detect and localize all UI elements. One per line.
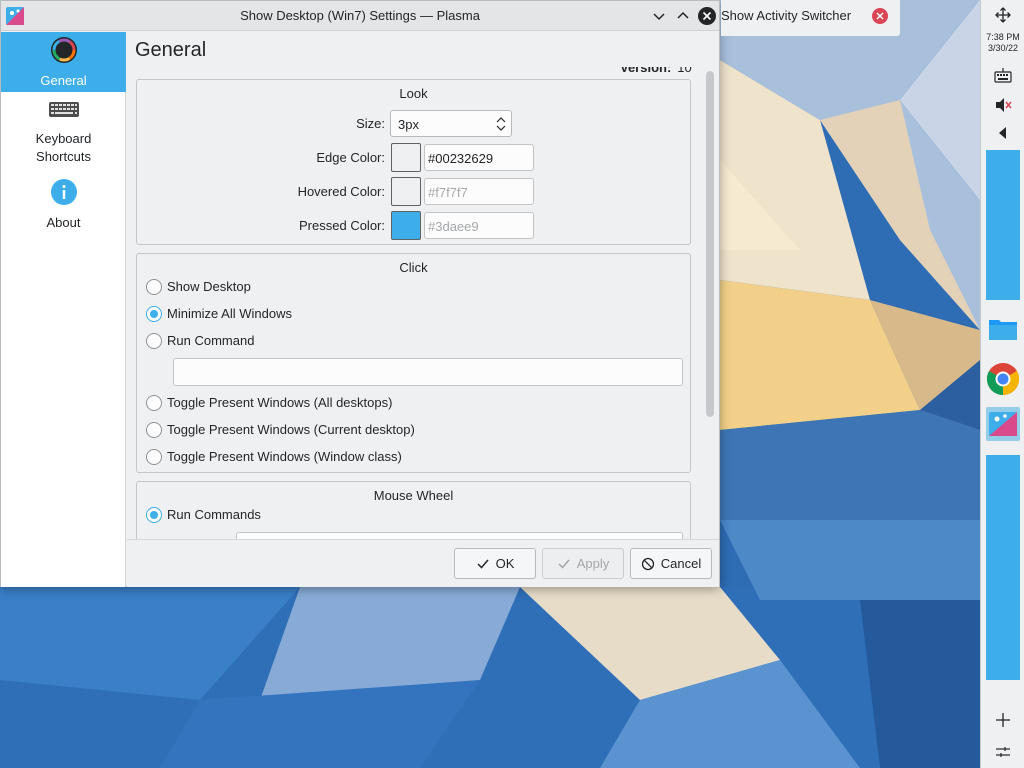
look-group-title: Look [399,86,428,101]
edge-color-label: Edge Color: [316,150,385,165]
mouse-wheel-group: Mouse Wheel Run Commands [136,481,691,539]
sidebar-item-keyboard-shortcuts[interactable]: Keyboard Shortcuts [1,100,126,170]
look-group: Look Size: 3px Edge Color: #00232629 Hov… [136,79,691,245]
ok-label: OK [495,556,515,571]
radio-label: Toggle Present Windows (Current desktop) [167,422,415,437]
window-title: Show Desktop (Win7) Settings — Plasma [240,8,480,23]
sidebar-item-label: Keyboard Shortcuts [35,131,92,164]
clock-time[interactable]: 7:38 PM [981,32,1024,42]
radio-label: Toggle Present Windows (All desktops) [167,395,393,410]
sidebar-item-label: About [46,215,81,230]
cancel-button[interactable]: Cancel [630,548,712,579]
hovered-color-input[interactable]: #f7f7f7 [424,178,534,205]
panel-spacer-bottom [986,455,1020,680]
radio-button[interactable] [146,422,162,438]
pressed-color-input[interactable]: #3daee9 [424,212,534,239]
edge-color-input[interactable]: #00232629 [424,144,534,171]
cancel-label: Cancel [660,556,702,571]
vertical-scrollbar[interactable] [706,71,714,417]
chrome-icon [986,363,1020,396]
radio-button[interactable] [146,449,162,465]
hovered-color-label: Hovered Color: [297,184,385,199]
click-command-input[interactable] [173,358,683,386]
mouse-wheel-command-input[interactable] [236,532,683,539]
radio-button[interactable] [146,279,162,295]
cancel-icon [641,557,654,570]
check-icon [477,559,489,569]
radio-label: Run Command [167,333,255,348]
size-label: Size: [356,116,385,131]
radio-button[interactable] [146,507,162,523]
radio-label: Show Desktop [167,279,251,294]
sidebar-item-label: General [40,73,87,88]
hovered-color-swatch[interactable] [391,177,421,206]
sidebar: General Keyboard Shortcuts About [1,32,126,587]
apply-label: Apply [576,556,610,571]
click-group: Click Show Desktop Minimize All Windows … [136,253,691,473]
sidebar-item-general[interactable]: General [1,32,126,92]
sidebar-item-about[interactable]: About [1,178,126,232]
activity-switcher-popup[interactable]: Show Activity Switcher [721,0,900,36]
mouse-wheel-group-title: Mouse Wheel [373,488,454,503]
color-wheel-icon [50,37,77,63]
version-label: Version: 10 [620,67,692,75]
move-icon[interactable] [993,5,1013,25]
check-icon [558,559,570,569]
version-value: 10 [677,67,692,75]
task-file-manager[interactable] [986,312,1020,346]
file-manager-icon [989,320,1017,340]
minimize-button[interactable] [649,6,669,26]
radio-label: Run Commands [167,507,261,522]
move-icon[interactable] [993,710,1013,730]
task-chrome[interactable] [986,362,1020,396]
maximize-button[interactable] [673,6,693,26]
task-plasma-settings[interactable] [986,407,1020,441]
chevron-up-icon [677,11,689,19]
close-icon[interactable] [871,7,889,25]
radio-label: Toggle Present Windows (Window class) [167,449,402,464]
radio-label: Minimize All Windows [167,306,292,321]
panel-settings-icon[interactable] [993,742,1013,762]
chevron-down-icon [653,13,665,21]
close-icon [698,7,716,25]
click-group-title: Click [399,260,428,275]
panel-spacer-top [986,150,1020,300]
dialog-button-bar: OK Apply Cancel [127,539,719,587]
page-title: General [135,39,207,61]
apply-button[interactable]: Apply [542,548,624,579]
info-icon [50,179,77,205]
pressed-color-label: Pressed Color: [299,218,385,233]
volume-muted-icon[interactable] [993,95,1013,115]
plasma-settings-icon [989,412,1017,436]
activity-switcher-label: Show Activity Switcher [721,8,852,23]
ok-button[interactable]: OK [454,548,536,579]
radio-button[interactable] [146,395,162,411]
right-panel: 7:38 PM 3/30/22 [980,0,1024,768]
size-value: 3px [398,117,419,132]
clock-date[interactable]: 3/30/22 [981,43,1024,53]
window-titlebar[interactable]: Show Desktop (Win7) Settings — Plasma [1,1,719,31]
radio-button[interactable] [146,333,162,349]
settings-scroll-area[interactable]: Version: 10 Look Size: 3px Edge Color: #0… [127,67,719,539]
radio-button[interactable] [146,306,162,322]
keyboard-icon[interactable] [993,66,1013,86]
size-spinbox[interactable]: 3px [390,110,512,137]
keyboard-icon [48,102,79,117]
pressed-color-swatch[interactable] [391,211,421,240]
arrow-left-icon[interactable] [993,123,1013,143]
edge-color-swatch[interactable] [391,143,421,172]
settings-window: Show Desktop (Win7) Settings — Plasma Ge… [0,0,720,587]
close-button[interactable] [697,6,717,26]
spin-arrows-icon[interactable] [495,114,507,134]
